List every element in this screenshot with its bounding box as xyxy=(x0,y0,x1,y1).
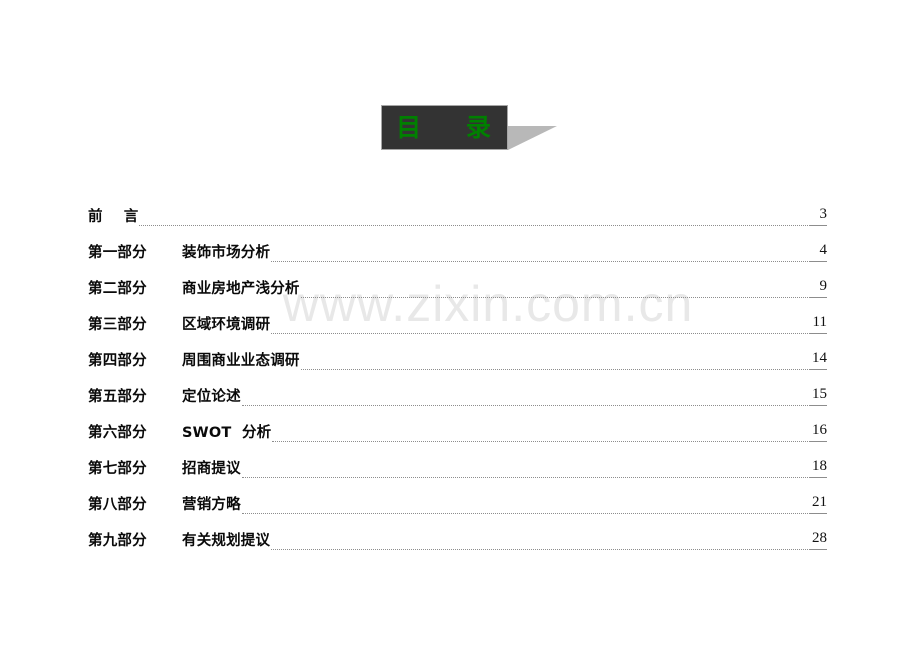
toc-entry-title: 周围商业业态调研 xyxy=(182,352,300,369)
toc-page-number[interactable]: 16 xyxy=(809,420,827,442)
toc-leader-dots xyxy=(300,296,808,298)
toc-entry-title: 装饰市场分析 xyxy=(182,244,271,261)
toc-row[interactable]: 第三部分 区域环境调研 11 xyxy=(0,305,920,341)
toc-leader-dots xyxy=(272,440,808,442)
table-of-contents: 前 言 3 第一部分 装饰市场分析 4 第二部分 商业房地产浅分析 9 第三部分 区域环境调研 11… xyxy=(0,197,920,557)
toc-row[interactable]: 前 言 3 xyxy=(0,197,920,233)
toc-row[interactable]: 第一部分 装饰市场分析 4 xyxy=(0,233,920,269)
toc-page-number[interactable]: 21 xyxy=(809,492,827,514)
toc-row[interactable]: 第六部分 SWOT 分析 16 xyxy=(0,413,920,449)
toc-leader-dots xyxy=(300,368,808,370)
toc-page-number[interactable]: 15 xyxy=(809,384,827,406)
toc-leader-dots xyxy=(241,404,808,406)
toc-entry-title: 有关规划提议 xyxy=(182,532,271,549)
toc-row[interactable]: 第四部分 周围商业业态调研 14 xyxy=(0,341,920,377)
toc-section-label: 第四部分 xyxy=(88,352,147,369)
toc-section-label: 第二部分 xyxy=(88,280,147,297)
toc-leader-dots xyxy=(139,224,808,226)
toc-section-label: 第一部分 xyxy=(88,244,147,261)
banner-box: 目 录 xyxy=(381,105,508,150)
toc-page-number[interactable]: 14 xyxy=(809,348,827,370)
toc-page-number[interactable]: 3 xyxy=(809,204,827,226)
toc-page-number[interactable]: 11 xyxy=(809,312,827,334)
toc-row[interactable]: 第二部分 商业房地产浅分析 9 xyxy=(0,269,920,305)
toc-leader-dots xyxy=(271,260,808,262)
toc-section-label: 第七部分 xyxy=(88,460,147,477)
toc-entry-title: 区域环境调研 xyxy=(182,316,271,333)
toc-page-number[interactable]: 9 xyxy=(809,276,827,298)
toc-page-number[interactable]: 4 xyxy=(809,240,827,262)
toc-entry-title: 定位论述 xyxy=(182,388,241,405)
document-page: www.zixin.com.cn 目 录 前 言 3 第一部分 装饰市场分析 4 第二部分… xyxy=(0,0,920,651)
toc-section-label: 第八部分 xyxy=(88,496,147,513)
toc-entry-title: 商业房地产浅分析 xyxy=(182,280,300,297)
toc-page-number[interactable]: 18 xyxy=(809,456,827,478)
toc-entry-title: 营销方略 xyxy=(182,496,241,513)
toc-leader-dots xyxy=(271,332,808,334)
banner-label: 目 录 xyxy=(396,113,493,142)
toc-page-number[interactable]: 28 xyxy=(809,528,827,550)
toc-row[interactable]: 第八部分 营销方略 21 xyxy=(0,485,920,521)
toc-row[interactable]: 第五部分 定位论述 15 xyxy=(0,377,920,413)
banner-shadow xyxy=(508,126,557,150)
toc-title-banner: 目 录 xyxy=(381,105,561,165)
toc-section-label: 第九部分 xyxy=(88,532,147,549)
toc-entry-title: SWOT 分析 xyxy=(182,424,272,441)
toc-section-label: 第五部分 xyxy=(88,388,147,405)
toc-section-label: 第三部分 xyxy=(88,316,147,333)
toc-row[interactable]: 第九部分 有关规划提议 28 xyxy=(0,521,920,557)
toc-section-label: 前 言 xyxy=(88,208,139,225)
toc-leader-dots xyxy=(241,512,808,514)
toc-entry-title: 招商提议 xyxy=(182,460,241,477)
toc-leader-dots xyxy=(241,476,808,478)
toc-leader-dots xyxy=(271,548,808,550)
toc-section-label: 第六部分 xyxy=(88,424,147,441)
toc-row[interactable]: 第七部分 招商提议 18 xyxy=(0,449,920,485)
